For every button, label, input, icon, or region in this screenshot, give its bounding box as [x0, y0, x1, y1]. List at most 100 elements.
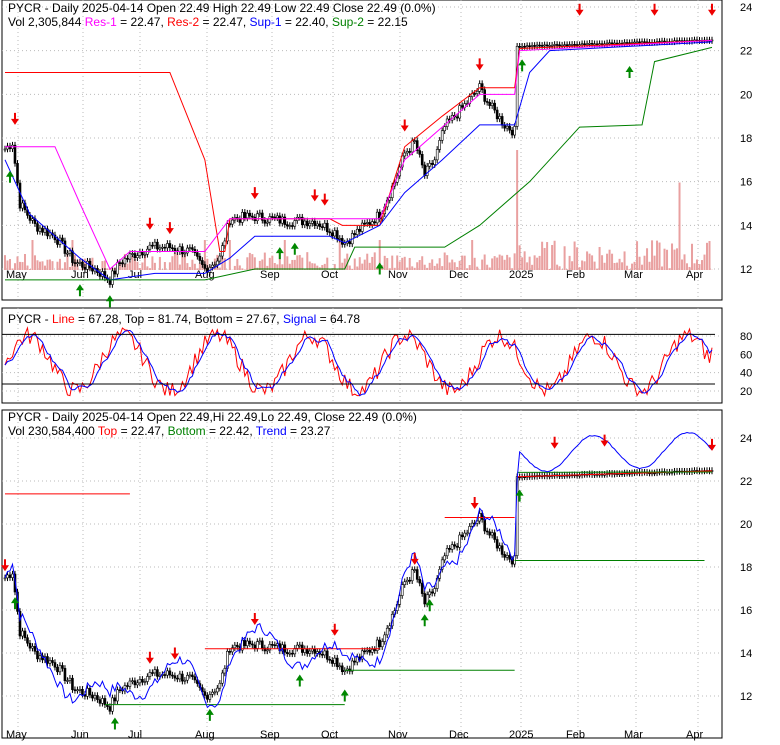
price-tick-label: 14: [740, 648, 752, 660]
candle-body: [333, 657, 337, 664]
candle-body: [138, 251, 142, 256]
candle-body: [193, 249, 197, 253]
sell-arrow: [145, 217, 154, 230]
candle-body: [176, 677, 179, 680]
volume-bar: [533, 255, 536, 270]
candle-body: [598, 43, 601, 45]
candle-body: [31, 646, 34, 649]
candle-body: [503, 124, 506, 129]
candle-body: [290, 225, 294, 227]
volume-bar: [431, 259, 434, 270]
candle-body: [156, 669, 159, 677]
volume-bar: [168, 262, 171, 270]
volume-bar: [483, 254, 486, 270]
candle-body: [28, 642, 32, 649]
sup2-line: [5, 46, 713, 281]
candle-body: [530, 45, 534, 47]
month-label: Apr: [686, 269, 703, 281]
candle-body: [320, 653, 324, 656]
candle-body: [338, 665, 342, 668]
volume-bar: [548, 268, 551, 270]
volume-bar: [131, 255, 134, 270]
price-tick-label: 20: [740, 89, 752, 101]
candle-body: [488, 531, 491, 536]
candle-body: [281, 216, 284, 224]
volume-bar: [233, 265, 236, 270]
candle-body: [276, 215, 279, 219]
candle-body: [560, 44, 564, 47]
volume-bar: [188, 266, 191, 270]
osc-line: [4, 326, 713, 398]
candle-body: [405, 579, 409, 583]
volume-bar: [463, 255, 466, 270]
candle-body: [625, 42, 629, 44]
candle-body: [323, 650, 327, 656]
candle-body: [325, 222, 329, 233]
candle-body: [161, 246, 164, 249]
sell-arrow: [708, 3, 716, 16]
volume-bar: [653, 255, 656, 270]
volume-bar: [171, 256, 174, 270]
month-label: Sep: [260, 729, 280, 741]
volume-bar: [358, 257, 361, 270]
volume-bar: [503, 259, 506, 270]
month-label: May: [6, 729, 27, 741]
volume-bar: [673, 249, 676, 270]
panel2-legend: PYCR - Line = 67.28, Top = 81.74, Bottom…: [8, 312, 360, 326]
volume-bar: [306, 252, 309, 270]
candle-body: [121, 262, 124, 265]
candle-body: [308, 223, 312, 227]
candle-body: [141, 679, 144, 683]
volume-bar: [418, 260, 421, 270]
candle-body: [243, 639, 247, 647]
volume-bar: [643, 255, 646, 270]
candle-body: [553, 44, 556, 46]
volume-bar: [491, 258, 494, 270]
volume-bar: [126, 263, 129, 270]
candle-body: [61, 665, 64, 669]
candle-body: [163, 674, 167, 676]
volume-bar: [521, 257, 524, 270]
candle-body: [3, 577, 7, 580]
volume-bar: [223, 258, 226, 270]
month-label: Feb: [566, 729, 585, 741]
volume-bar: [593, 261, 596, 270]
candle-body: [68, 677, 72, 681]
candle-body: [543, 44, 546, 47]
candle-body: [445, 547, 449, 557]
candle-body: [248, 640, 252, 645]
candle-body: [136, 255, 139, 258]
candle-body: [405, 151, 409, 154]
volume-bar: [601, 255, 604, 270]
volume-bar: [151, 256, 154, 270]
price-tick-label: 22: [740, 476, 752, 488]
month-label: Apr: [686, 729, 703, 741]
month-label: May: [6, 269, 27, 281]
candle-body: [608, 42, 611, 45]
volume-bar: [243, 269, 246, 270]
candle-body: [305, 220, 309, 227]
price-tick-label: 16: [740, 177, 752, 189]
candle-body: [400, 584, 404, 596]
price-tick-label: 18: [740, 562, 752, 574]
osc-tick-label: 80: [740, 331, 752, 343]
buy-arrow: [105, 295, 114, 308]
candle-body: [198, 256, 202, 261]
candle-body: [330, 232, 334, 237]
candle-body: [640, 41, 644, 44]
candle-body: [430, 162, 434, 165]
candle-body: [448, 547, 451, 550]
volume-bar: [621, 262, 624, 270]
volume-bar: [698, 264, 701, 270]
candle-body: [363, 222, 367, 225]
candle-body: [373, 649, 377, 651]
legend-res1: Res-1: [84, 15, 117, 29]
volume-bar: [353, 258, 356, 270]
month-label: Mar: [624, 729, 643, 741]
candle-body: [136, 682, 139, 686]
volume-bar: [391, 255, 394, 270]
candle-body: [148, 672, 152, 677]
candle-body: [166, 670, 169, 676]
volume-bar: [178, 264, 181, 270]
candle-body: [201, 260, 204, 265]
